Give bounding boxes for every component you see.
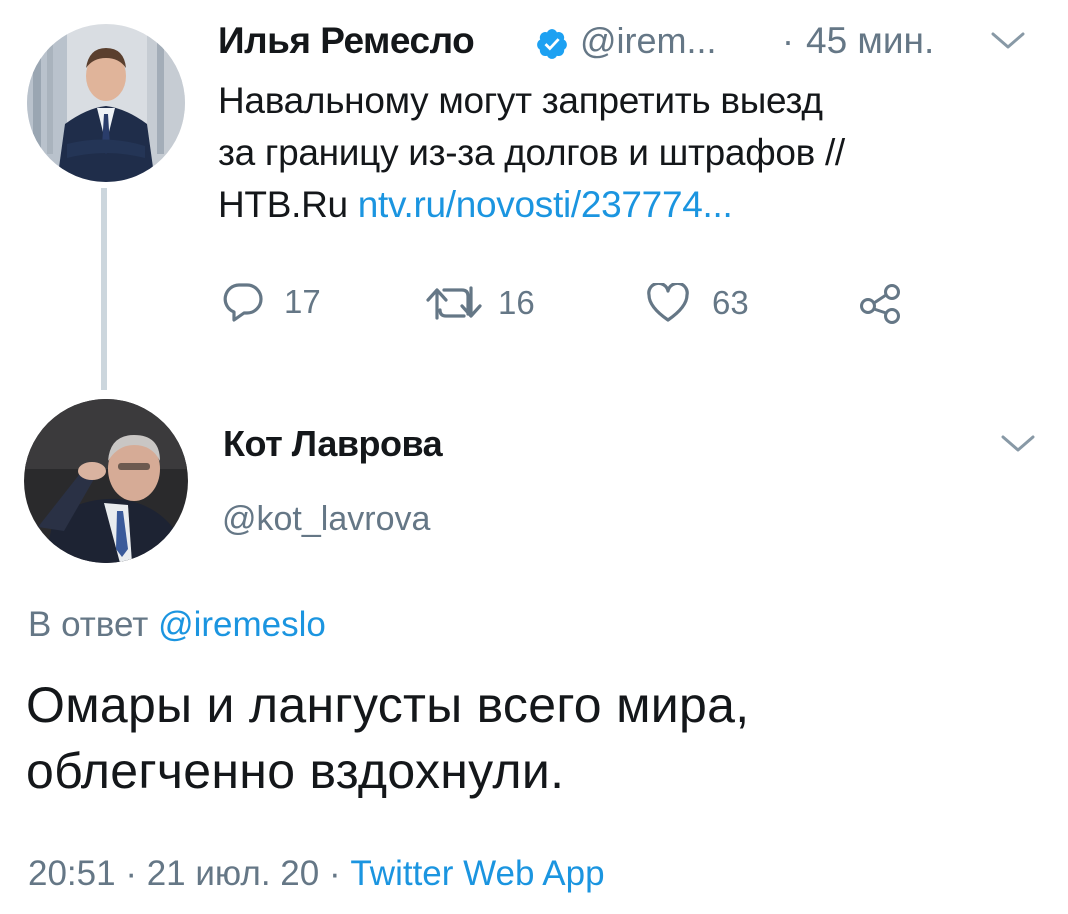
tweet2-date[interactable]: 21 июл. 20 [147, 854, 320, 893]
tweet1-author-handle[interactable]: @irem... [580, 20, 717, 62]
retweet-count: 16 [498, 284, 535, 321]
tweet2-text-line1: Омары и лангусты всего мира, [26, 677, 750, 733]
tweet1-text: Навальному могут запретить выезд за гран… [218, 75, 1038, 231]
tweet1-text-line3: НТВ.Ru ntv.ru/novosti/237774... [218, 179, 1038, 231]
meta-dot: · [125, 854, 137, 893]
tweet2-author-handle[interactable]: @kot_lavrova [222, 500, 430, 539]
tweet1-text-line2: за границу из-за долгов и штрафов // [218, 132, 845, 173]
tweet1-time[interactable]: 45 мин. [806, 20, 934, 62]
like-icon [646, 283, 690, 323]
retweet-action[interactable]: 16 [424, 284, 535, 322]
tweet2-source[interactable]: Twitter Web App [350, 854, 604, 893]
tweet1-source-text: НТВ.Ru [218, 184, 348, 225]
separator-dot: · [782, 20, 794, 61]
avatar-image [27, 24, 185, 182]
share-action[interactable] [858, 282, 904, 324]
tweet1-author-name[interactable]: Илья Ремесло [218, 20, 475, 62]
tweet2-time[interactable]: 20:51 [28, 854, 116, 893]
reply-context: В ответ @iremeslo [28, 605, 326, 645]
retweet-icon [424, 284, 484, 322]
reply-prefix: В ответ [28, 605, 149, 644]
reply-count: 17 [284, 283, 321, 320]
tweet2-author-name[interactable]: Кот Лаврова [223, 423, 443, 465]
tweet1-link[interactable]: ntv.ru/novosti/237774... [358, 184, 733, 225]
like-action[interactable]: 63 [646, 283, 749, 323]
tweet2-text: Омары и лангусты всего мира, облегченно … [26, 672, 1056, 804]
verified-icon [535, 27, 569, 61]
tweet2-text-line2: облегченно вздохнули. [26, 743, 565, 799]
tweet2-metadata: 20:51 · 21 июл. 20 · Twitter Web App [28, 854, 605, 894]
thread-line [101, 188, 107, 390]
tweet1-text-line1: Навальному могут запретить выезд [218, 80, 823, 121]
avatar-ilya-remeslo[interactable] [27, 24, 185, 182]
avatar-kot-lavrova[interactable] [24, 399, 188, 563]
chevron-down-icon[interactable] [990, 30, 1026, 52]
chevron-down-icon[interactable] [1000, 433, 1036, 455]
like-count: 63 [712, 284, 749, 321]
reply-to-link[interactable]: @iremeslo [158, 605, 326, 644]
share-icon [858, 282, 904, 324]
reply-icon [222, 282, 264, 322]
avatar-image [24, 399, 188, 563]
meta-dot: · [328, 854, 341, 893]
reply-action[interactable]: 17 [222, 282, 321, 322]
